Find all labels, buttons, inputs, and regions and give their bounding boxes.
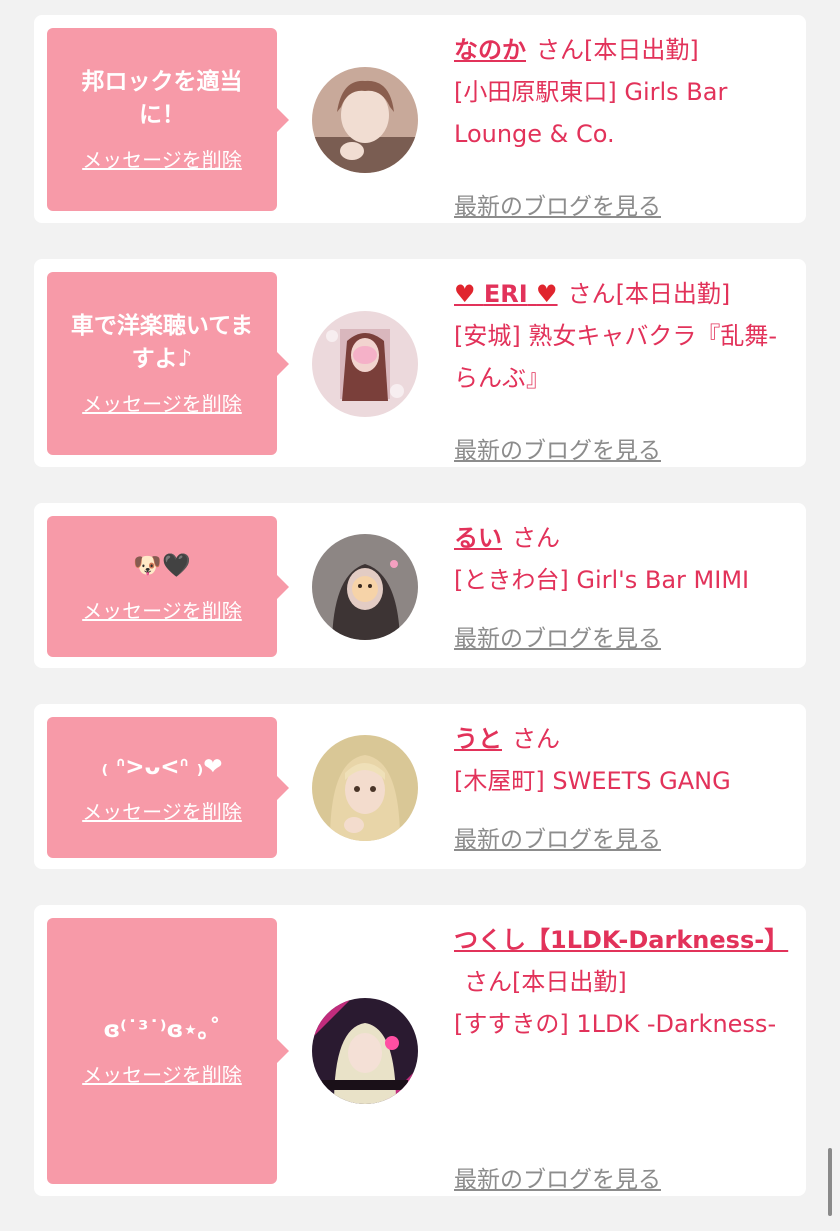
cast-name-link[interactable]: うと bbox=[454, 725, 502, 753]
delete-message-link[interactable]: メッセージを削除 bbox=[82, 388, 242, 417]
scrollbar[interactable] bbox=[828, 1148, 832, 1216]
name-line: うと さん bbox=[454, 718, 796, 760]
delete-message-link[interactable]: メッセージを削除 bbox=[82, 1059, 242, 1088]
message-text: 🐶🖤 bbox=[133, 552, 191, 579]
avatar[interactable] bbox=[312, 534, 418, 640]
message-text: 邦ロックを適当に！ bbox=[81, 69, 243, 128]
avatar[interactable] bbox=[312, 67, 418, 173]
heart-icon: ♥ bbox=[454, 280, 476, 308]
message-text: 車で洋楽聴いてますよ♪ bbox=[70, 313, 254, 372]
message-bubble: 邦ロックを適当に！ メッセージを削除 bbox=[47, 28, 289, 211]
message-card: 車で洋楽聴いてますよ♪ メッセージを削除 ♥ ERI ♥ さん[本日出勤] [安城… bbox=[34, 259, 806, 467]
honorific: さん bbox=[512, 725, 560, 753]
message-card: ɞ⁽˙³˙⁾ɞ⋆｡˚ メッセージを削除 つくし【1LDK-Darkness-】さ… bbox=[34, 905, 806, 1196]
message-text: ₍ ᐢ>ᴗ<ᐢ ₎❤ bbox=[101, 753, 223, 780]
name-line: るい さん bbox=[454, 517, 796, 559]
latest-blog-link[interactable]: 最新のブログを見る bbox=[454, 618, 661, 660]
heart-icon: ♥ bbox=[536, 280, 558, 308]
avatar[interactable] bbox=[312, 735, 418, 841]
honorific: さん bbox=[512, 524, 560, 552]
delete-message-link[interactable]: メッセージを削除 bbox=[82, 796, 242, 825]
message-card: ₍ ᐢ>ᴗ<ᐢ ₎❤ メッセージを削除 うと さん [木屋町] SWEETS GA… bbox=[34, 704, 806, 869]
status-badge: [本日出勤] bbox=[615, 280, 731, 308]
card-info: なのか さん[本日出勤] [小田原駅東口] Girls Bar Lounge & … bbox=[454, 29, 796, 220]
name-line: つくし【1LDK-Darkness-】さん[本日出勤] bbox=[454, 919, 796, 1003]
delete-message-link[interactable]: メッセージを削除 bbox=[82, 144, 242, 173]
shop-name[interactable]: [木屋町] SWEETS GANG bbox=[454, 760, 796, 802]
message-bubble: ɞ⁽˙³˙⁾ɞ⋆｡˚ メッセージを削除 bbox=[47, 918, 289, 1184]
card-info: うと さん [木屋町] SWEETS GANG 最新のブログを見る bbox=[454, 718, 796, 853]
latest-blog-link[interactable]: 最新のブログを見る bbox=[454, 819, 661, 861]
cast-name-link[interactable]: るい bbox=[454, 524, 502, 552]
delete-message-link[interactable]: メッセージを削除 bbox=[82, 595, 242, 624]
status-badge: [本日出勤] bbox=[584, 36, 699, 64]
shop-name[interactable]: [小田原駅東口] Girls Bar Lounge & Co. bbox=[454, 71, 796, 155]
cast-name-link[interactable]: ♥ ERI ♥ bbox=[454, 280, 558, 308]
cast-name-link[interactable]: なのか bbox=[454, 36, 526, 64]
shop-name[interactable]: [すすきの] 1LDK -Darkness- bbox=[454, 1003, 796, 1045]
card-info: ♥ ERI ♥ さん[本日出勤] [安城] 熟女キャバクラ『乱舞-らんぶ』 最新の… bbox=[454, 273, 796, 464]
cast-name-link[interactable]: つくし【1LDK-Darkness-】 bbox=[454, 926, 788, 954]
honorific: さん bbox=[536, 36, 584, 64]
message-bubble: 車で洋楽聴いてますよ♪ メッセージを削除 bbox=[47, 272, 289, 455]
card-info: つくし【1LDK-Darkness-】さん[本日出勤] [すすきの] 1LDK … bbox=[454, 919, 796, 1193]
card-info: るい さん [ときわ台] Girl's Bar MIMI 最新のブログを見る bbox=[454, 517, 796, 652]
avatar[interactable] bbox=[312, 311, 418, 417]
honorific: さん bbox=[464, 968, 512, 996]
latest-blog-link[interactable]: 最新のブログを見る bbox=[454, 1159, 661, 1201]
message-card: 邦ロックを適当に！ メッセージを削除 なのか さん[本日出勤] [小田原駅東口] … bbox=[34, 15, 806, 223]
honorific: さん bbox=[567, 280, 616, 308]
latest-blog-link[interactable]: 最新のブログを見る bbox=[454, 186, 661, 228]
status-badge: [本日出勤] bbox=[512, 968, 627, 996]
name-line: ♥ ERI ♥ さん[本日出勤] bbox=[454, 273, 796, 315]
message-text: ɞ⁽˙³˙⁾ɞ⋆｡˚ bbox=[103, 1017, 221, 1043]
avatar[interactable] bbox=[312, 998, 418, 1104]
message-card: 🐶🖤 メッセージを削除 るい さん [ときわ台] Girl's Bar MIMI … bbox=[34, 503, 806, 668]
shop-name[interactable]: [安城] 熟女キャバクラ『乱舞-らんぶ』 bbox=[454, 315, 796, 399]
shop-name[interactable]: [ときわ台] Girl's Bar MIMI bbox=[454, 559, 796, 601]
name-line: なのか さん[本日出勤] bbox=[454, 29, 796, 71]
message-bubble: 🐶🖤 メッセージを削除 bbox=[47, 516, 289, 657]
latest-blog-link[interactable]: 最新のブログを見る bbox=[454, 430, 661, 472]
message-bubble: ₍ ᐢ>ᴗ<ᐢ ₎❤ メッセージを削除 bbox=[47, 717, 289, 858]
